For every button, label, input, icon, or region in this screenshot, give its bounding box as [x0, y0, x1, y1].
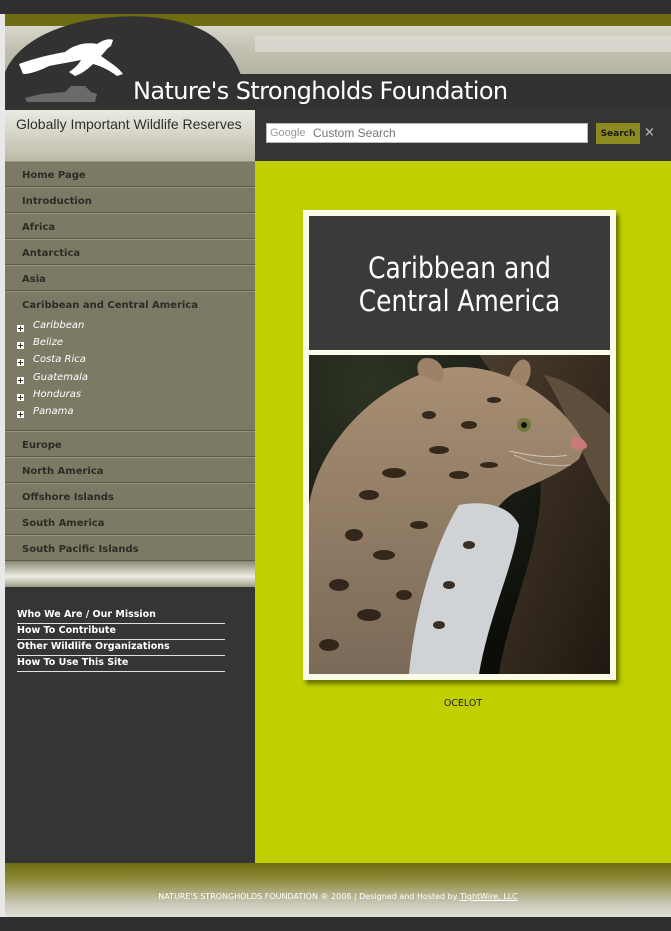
photo-caption: OCELOT [443, 698, 483, 709]
nav-item-label: South America [22, 518, 105, 529]
nav-item-south-pacific-islands[interactable]: South Pacific Islands [5, 535, 255, 561]
nav-item-label: Africa [22, 222, 56, 233]
tagline-box: Globally Important Wildlife Reserves [5, 110, 255, 161]
heading-line-1: Caribbean and [368, 251, 551, 285]
footer-link-tightwire[interactable]: TightWire, LLC [460, 892, 518, 901]
nav-item-label: South Pacific Islands [22, 544, 139, 555]
nav-item-introduction[interactable]: Introduction [5, 187, 255, 213]
nav-item-asia[interactable]: Asia [5, 265, 255, 291]
footer-copyright: NATURE'S STRONGHOLDS FOUNDATION ® 2008 |… [158, 892, 461, 901]
nav-item-europe[interactable]: Europe [5, 431, 255, 457]
footer: NATURE'S STRONGHOLDS FOUNDATION ® 2008 |… [5, 863, 671, 917]
nav-item-antarctica[interactable]: Antarctica [5, 239, 255, 265]
search-button[interactable]: Search [596, 123, 640, 144]
main-content: Caribbean and Central America OCELOT [255, 161, 671, 863]
region-nav: Home Page Introduction Africa Antarctica… [5, 161, 255, 561]
plus-icon [17, 394, 24, 401]
search-area: Google Search × [255, 110, 671, 161]
footer-text: NATURE'S STRONGHOLDS FOUNDATION ® 2008 |… [5, 892, 671, 901]
subnav-label: Guatemala [33, 372, 89, 383]
feature-frame: Caribbean and Central America [303, 210, 616, 680]
nav-item-label: Home Page [22, 170, 86, 181]
heading-line-2: Central America [358, 284, 561, 318]
ocelot-photo [309, 355, 610, 674]
plus-icon [17, 325, 24, 332]
nav-item-home-page[interactable]: Home Page [5, 161, 255, 187]
plus-icon [17, 377, 24, 384]
subnav-label: Belize [33, 337, 63, 348]
nav-item-caribbean-and-central-america[interactable]: Caribbean and Central America Caribbean … [5, 291, 255, 431]
close-icon[interactable]: × [644, 125, 655, 140]
plus-icon [17, 411, 24, 418]
nav-item-label: Offshore Islands [22, 492, 114, 503]
search-input[interactable] [266, 123, 588, 143]
nav-item-south-america[interactable]: South America [5, 509, 255, 535]
nav-item-africa[interactable]: Africa [5, 213, 255, 239]
nav-item-label: Caribbean and Central America [22, 300, 198, 311]
nav-item-label: Introduction [22, 196, 92, 207]
site-title: Nature's Strongholds Foundation [133, 77, 508, 105]
google-brand-label: Google [270, 127, 306, 139]
link-how-to-use-this-site[interactable]: How To Use This Site [17, 655, 225, 672]
link-other-wildlife-organizations[interactable]: Other Wildlife Organizations [17, 639, 225, 656]
sidebar: Home Page Introduction Africa Antarctica… [5, 161, 255, 863]
top-bar [0, 0, 671, 14]
page: Nature's Strongholds Foundation Globally… [0, 0, 671, 931]
nav-item-label: North America [22, 466, 104, 477]
nav-item-offshore-islands[interactable]: Offshore Islands [5, 483, 255, 509]
nav-bottom-band [5, 561, 255, 587]
subnav-label: Caribbean [33, 320, 85, 331]
bottom-bar [0, 917, 671, 931]
nav-item-north-america[interactable]: North America [5, 457, 255, 483]
subnav-label: Costa Rica [33, 354, 86, 365]
nav-item-label: Asia [22, 274, 46, 285]
nav-item-label: Antarctica [22, 248, 81, 259]
tagline: Globally Important Wildlife Reserves [16, 116, 242, 132]
link-how-to-contribute[interactable]: How To Contribute [17, 623, 225, 640]
title-panel: Caribbean and Central America [309, 216, 610, 350]
plus-icon [17, 342, 24, 349]
nav-item-label: Europe [22, 440, 62, 451]
page-heading: Caribbean and Central America [330, 252, 589, 318]
link-who-we-are[interactable]: Who We Are / Our Mission [17, 607, 225, 624]
subnav-label: Honduras [33, 389, 82, 400]
subnav-label: Panama [33, 406, 74, 417]
plus-icon [17, 359, 24, 366]
